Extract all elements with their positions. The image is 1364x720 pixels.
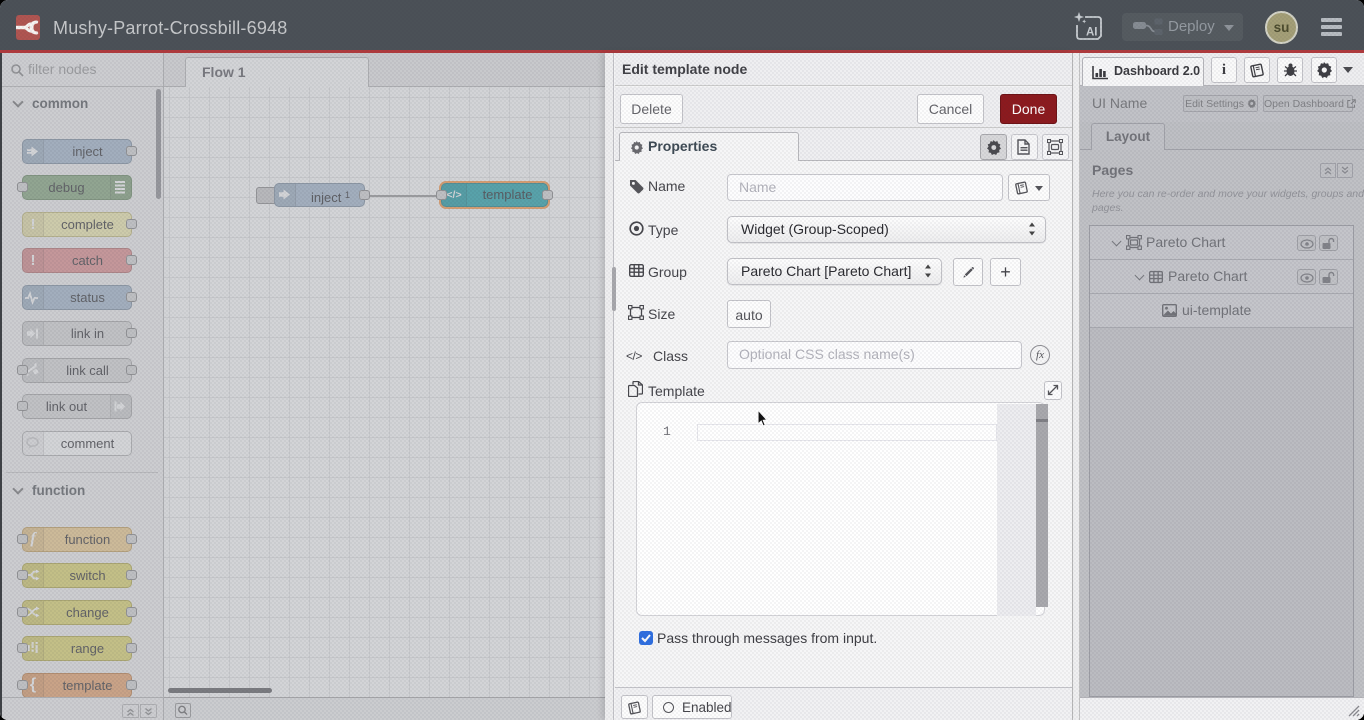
svg-text:AI: AI: [1086, 27, 1098, 39]
